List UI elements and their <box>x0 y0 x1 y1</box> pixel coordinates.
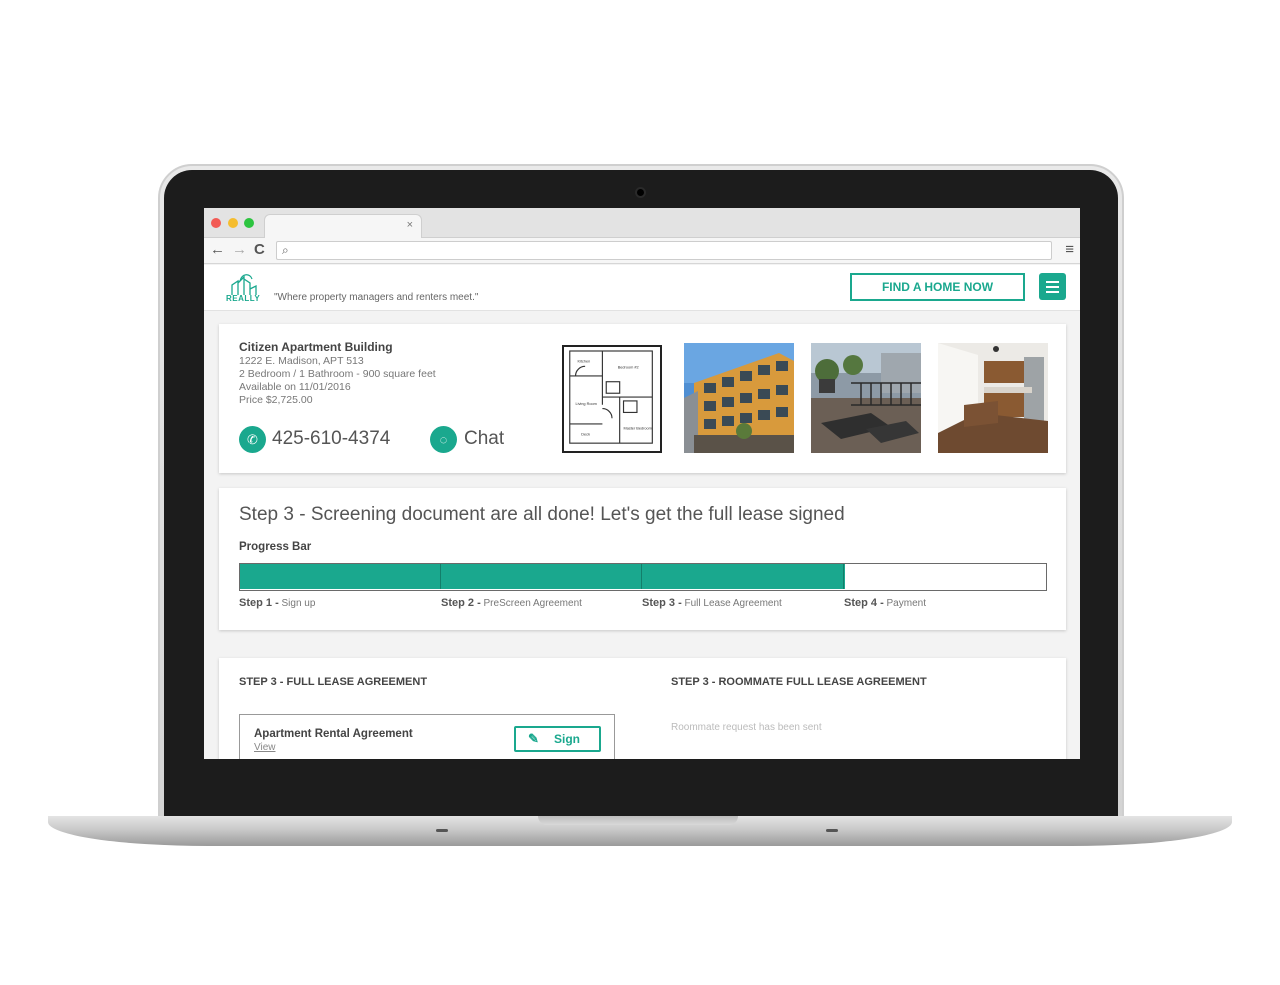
progress-bar <box>239 563 1047 591</box>
browser-tab-bar: × <box>204 208 1080 239</box>
site-header: REALLY "Where property managers and rent… <box>204 265 1080 311</box>
svg-text:Living Room: Living Room <box>576 402 597 406</box>
address-bar[interactable]: ⌕ <box>276 241 1052 260</box>
progress-step-4: Step 4 - Payment <box>844 597 926 609</box>
rooftop-deck-photo[interactable] <box>811 343 921 453</box>
progress-step-2: Step 2 - PreScreen Agreement <box>441 597 582 609</box>
building-rooms: 2 Bedroom / 1 Bathroom - 900 square feet <box>239 368 436 380</box>
tab-close-icon[interactable]: × <box>407 219 413 231</box>
close-window-icon[interactable] <box>211 218 221 228</box>
building-availability: Available on 11/01/2016 <box>239 381 351 393</box>
pencil-icon: ✎ <box>528 731 539 746</box>
find-home-button[interactable]: FIND A HOME NOW <box>850 273 1025 301</box>
full-lease-heading: STEP 3 - FULL LEASE AGREEMENT <box>239 676 428 688</box>
progress-divider <box>843 564 844 589</box>
step-title: Step 3 - Screening document are all done… <box>239 504 845 525</box>
browser-menu-icon[interactable]: ≡ <box>1065 241 1074 258</box>
sign-button[interactable]: ✎ Sign <box>514 726 601 752</box>
svg-text:Bedroom #2: Bedroom #2 <box>618 365 639 369</box>
rental-agreement-row: Apartment Rental Agreement View ✎ Sign <box>239 714 615 759</box>
browser-toolbar: ← → C ⌕ ≡ <box>204 238 1080 264</box>
logo-text: REALLY <box>226 294 261 303</box>
minimize-window-icon[interactable] <box>228 218 238 228</box>
search-icon: ⌕ <box>282 243 289 257</box>
kitchen-photo[interactable] <box>938 343 1048 453</box>
svg-text:Kitchen: Kitchen <box>577 360 590 364</box>
building-address: 1222 E. Madison, APT 513 <box>239 355 364 367</box>
building-price: Price $2,725.00 <box>239 394 313 406</box>
roommate-lease-heading: STEP 3 - ROOMMATE FULL LEASE AGREEMENT <box>671 676 927 688</box>
progress-divider <box>440 564 441 589</box>
progress-bar-fill <box>240 564 845 589</box>
phone-number[interactable]: 425-610-4374 <box>272 428 390 450</box>
building-exterior-photo[interactable] <box>684 343 794 453</box>
svg-text:Deck: Deck <box>581 432 590 436</box>
progress-card: Step 3 - Screening document are all done… <box>219 488 1066 630</box>
hamburger-menu-icon[interactable] <box>1039 273 1066 300</box>
screen: × ← → C ⌕ ≡ REALLY "Where property manag… <box>204 208 1080 759</box>
chat-link[interactable]: Chat <box>464 428 504 450</box>
floorplan-image[interactable]: Kitchen Bedroom #2 Living Room Master Be… <box>562 345 662 453</box>
progress-step-1: Step 1 - Sign up <box>239 597 316 609</box>
back-arrow-icon[interactable]: ← <box>210 241 225 259</box>
progress-divider <box>641 564 642 589</box>
laptop-foot <box>436 829 448 832</box>
progress-bar-label: Progress Bar <box>239 541 312 553</box>
webcam-icon <box>635 187 646 198</box>
svg-text:Master Bedroom: Master Bedroom <box>624 427 652 431</box>
reload-icon[interactable]: C <box>254 241 265 259</box>
listing-card: Citizen Apartment Building 1222 E. Madis… <box>219 324 1066 473</box>
chat-bubble-icon[interactable]: ◌ <box>430 426 457 453</box>
maximize-window-icon[interactable] <box>244 218 254 228</box>
laptop-base-notch <box>538 816 738 825</box>
forward-arrow-icon[interactable]: → <box>232 241 247 259</box>
view-agreement-link[interactable]: View <box>254 742 276 753</box>
phone-icon[interactable]: ✆ <box>239 426 266 453</box>
progress-step-3: Step 3 - Full Lease Agreement <box>642 597 782 609</box>
sign-button-label: Sign <box>554 732 580 746</box>
building-name: Citizen Apartment Building <box>239 340 393 354</box>
lease-card: STEP 3 - FULL LEASE AGREEMENT STEP 3 - R… <box>219 658 1066 759</box>
agreement-title: Apartment Rental Agreement <box>254 728 413 740</box>
laptop-foot <box>826 829 838 832</box>
roommate-status: Roommate request has been sent <box>671 722 822 733</box>
tagline: "Where property managers and renters mee… <box>274 292 479 303</box>
browser-tab[interactable]: × <box>264 214 422 239</box>
